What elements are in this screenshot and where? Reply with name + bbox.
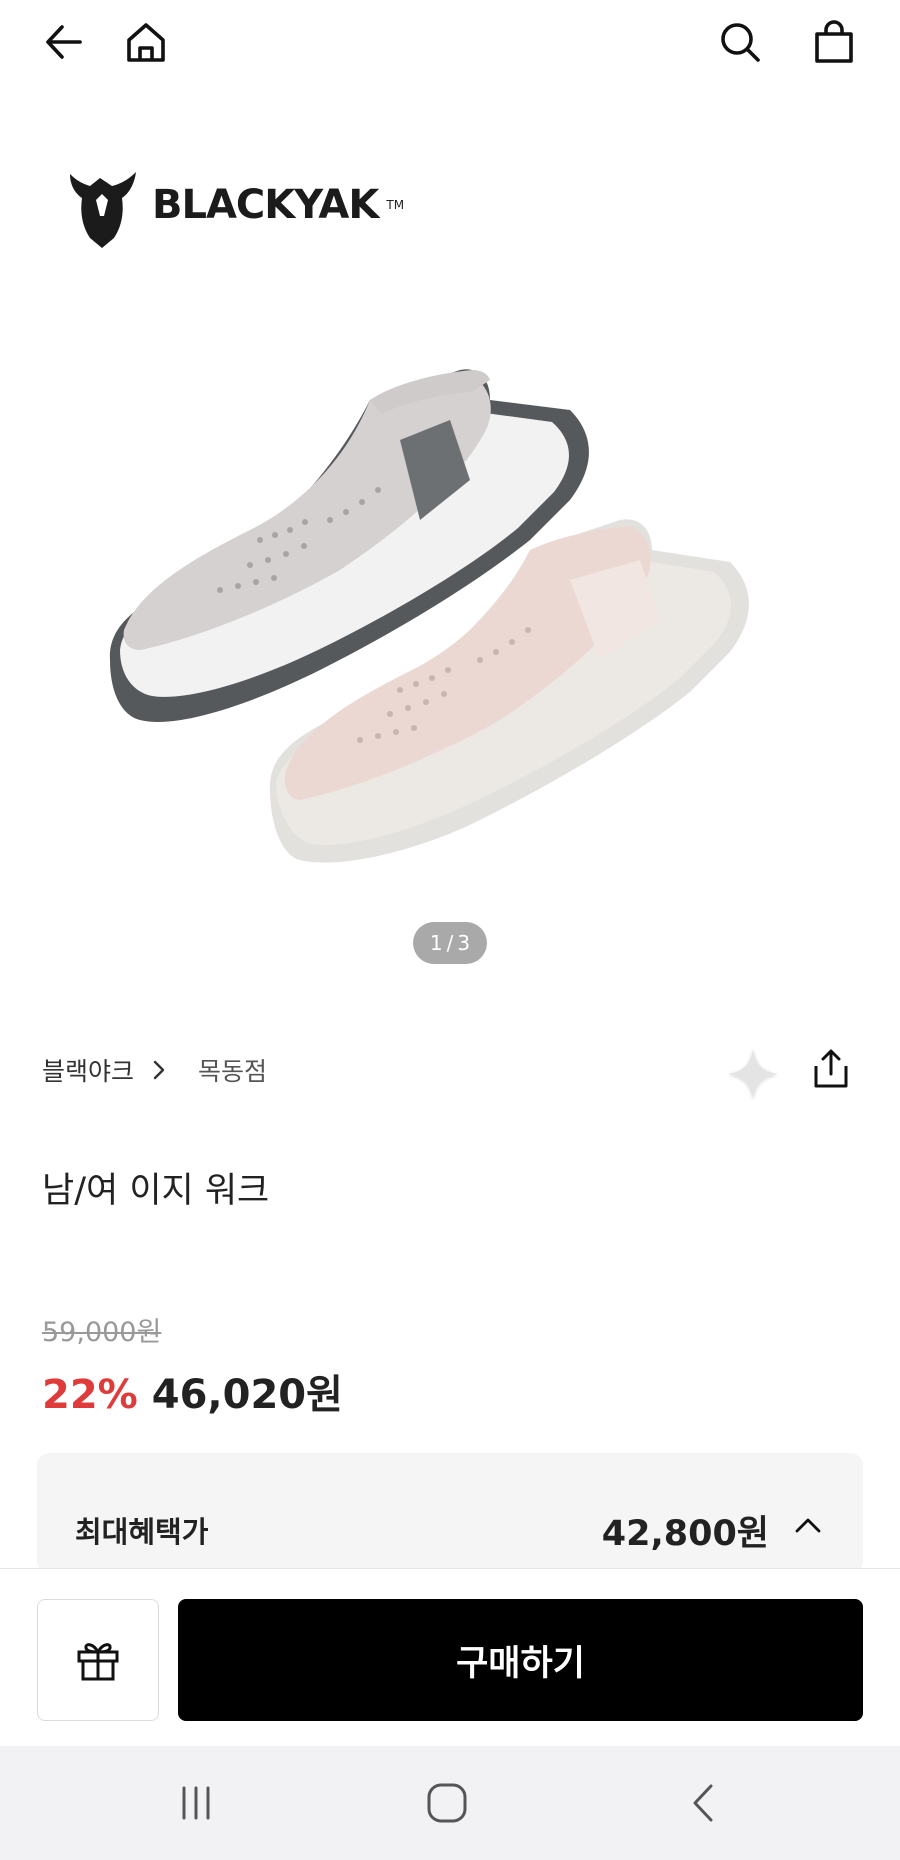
original-price: 59,000원 (42, 1317, 162, 1348)
brand-logo: BLACKYAK TM (60, 160, 404, 250)
shopping-bag-icon[interactable] (806, 14, 862, 70)
discount-rate: 22% (42, 1372, 138, 1418)
arrow-left-icon[interactable] (36, 14, 92, 70)
recent-apps-icon[interactable] (166, 1776, 226, 1830)
product-image-carousel[interactable]: BLACKYAK TM 1 / 3 (0, 90, 900, 1000)
breadcrumb-brand-link[interactable]: 블랙야크 (42, 1052, 134, 1088)
home-nav-icon[interactable] (417, 1776, 477, 1830)
chevron-up-icon[interactable] (791, 1509, 825, 1543)
chevron-right-icon (153, 1060, 165, 1080)
price-row: 22% 46,020원 (42, 1362, 343, 1420)
system-navigation-bar (0, 1746, 900, 1860)
buy-button[interactable]: 구매하기 (178, 1599, 863, 1721)
product-shoes-image (109, 369, 749, 863)
top-bar (0, 0, 900, 90)
max-benefit-panel[interactable]: 최대혜택가 42,800원 (37, 1453, 863, 1573)
home-icon[interactable] (118, 14, 174, 70)
brand-logo-text: BLACKYAK (152, 182, 379, 228)
image-pager: 1 / 3 (413, 922, 487, 964)
sale-price: 46,020원 (151, 1372, 343, 1418)
bottom-action-bar: 구매하기 (0, 1568, 900, 1746)
share-icon[interactable] (810, 1048, 852, 1090)
sparkle-wishlist-icon[interactable] (724, 1045, 782, 1103)
search-icon[interactable] (712, 14, 768, 70)
max-benefit-label: 최대혜택가 (75, 1515, 209, 1549)
yak-logo-icon (70, 172, 136, 248)
breadcrumb: 블랙야크 목동점 (42, 1050, 267, 1090)
max-benefit-price: 42,800원 (601, 1514, 769, 1554)
gift-button[interactable] (37, 1599, 159, 1721)
back-nav-icon[interactable] (674, 1776, 734, 1830)
gift-icon (77, 1643, 119, 1681)
product-title: 남/여 이지 워크 (42, 1171, 270, 1211)
breadcrumb-store[interactable]: 목동점 (198, 1052, 267, 1088)
